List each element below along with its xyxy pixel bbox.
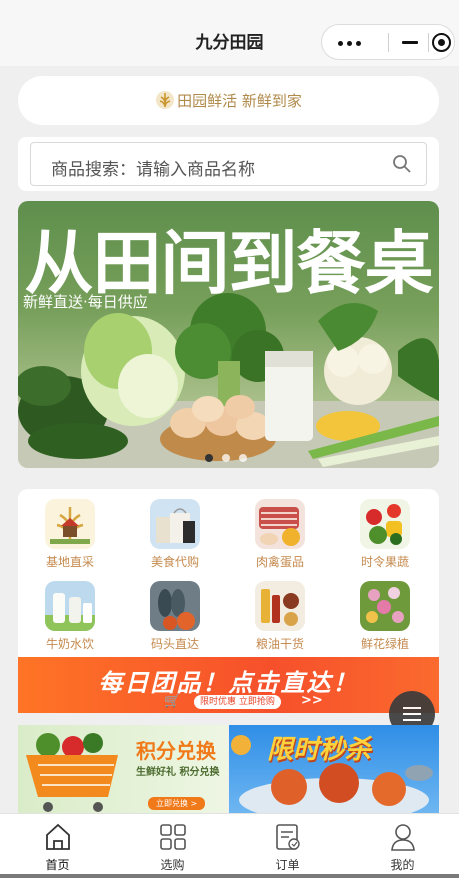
close-capsule-icon[interactable]: [432, 33, 451, 52]
search-input[interactable]: 商品搜索：请输入商品名称: [30, 142, 427, 186]
carousel-dot[interactable]: [205, 454, 213, 462]
minimize-icon[interactable]: [402, 41, 418, 44]
order-icon: [276, 824, 300, 850]
flash-sale-title: 限时秒杀: [267, 735, 372, 765]
search-section: 商品搜索：请输入商品名称: [18, 137, 439, 191]
category-item[interactable]: 美食代购: [135, 499, 215, 570]
nav-bar: 九分田园: [0, 0, 459, 66]
promo-arrows: >>: [301, 693, 323, 708]
category-item[interactable]: 肉禽蛋品: [240, 499, 320, 570]
category-item[interactable]: 鲜花绿植: [345, 581, 425, 652]
more-icon[interactable]: [338, 41, 364, 47]
grain-oil-icon: [255, 581, 305, 631]
category-label: 美食代购: [150, 555, 199, 569]
tab-label: 订单: [275, 858, 300, 872]
carousel-dot[interactable]: [222, 454, 230, 462]
tab-label: 我的: [390, 858, 415, 872]
category-label: 时令果蔬: [360, 555, 409, 569]
category-item[interactable]: 码头直达: [135, 581, 215, 652]
promo-pill: 限时优惠 立即抢购: [194, 695, 281, 709]
seafood-icon: [150, 581, 200, 631]
tab-orders[interactable]: 订单: [230, 814, 345, 874]
carousel-dot[interactable]: [239, 454, 247, 462]
cart-icon: 🛒: [164, 694, 181, 709]
home-indicator: [0, 874, 459, 878]
hero-banner[interactable]: 从田间到餐桌 新鲜直送·每日供应: [18, 201, 439, 468]
category-item[interactable]: 粮油干货: [240, 581, 320, 652]
mini-program-capsule: [321, 24, 455, 60]
user-icon: [391, 824, 415, 851]
flash-sale-tile[interactable]: 限时秒杀: [229, 725, 439, 815]
carousel-indicators: [205, 447, 256, 466]
search-icon[interactable]: [392, 154, 412, 174]
bottom-tab-bar: 首页 选购 订单 我的: [0, 813, 459, 878]
banner-subline: 新鲜直送·每日供应: [23, 293, 148, 311]
meat-icon: [255, 499, 305, 549]
search-placeholder: 商品搜索：请输入商品名称: [51, 160, 255, 180]
category-item[interactable]: 基地直采: [30, 499, 110, 570]
points-exchange-tile[interactable]: 积分兑换 生鲜好礼 积分兑换 立即兑换 >: [18, 725, 228, 815]
milk-icon: [45, 581, 95, 631]
tab-profile[interactable]: 我的: [345, 814, 459, 874]
category-label: 基地直采: [45, 555, 94, 569]
farm-icon: [45, 499, 95, 549]
shopping-bag-icon: [150, 499, 200, 549]
category-item[interactable]: 时令果蔬: [345, 499, 425, 570]
grid-icon: [160, 824, 186, 850]
category-label: 鲜花绿植: [360, 637, 409, 651]
tab-shop[interactable]: 选购: [115, 814, 230, 874]
points-subtitle: 生鲜好礼 积分兑换: [136, 767, 220, 778]
category-item[interactable]: 牛奶水饮: [30, 581, 110, 652]
category-label: 码头直达: [150, 637, 199, 651]
slogan-banner: 田园鲜活 新鲜到家: [18, 76, 439, 125]
category-grid: 基地直采 美食代购 肉禽蛋品 时令果蔬 牛奶水饮 码头直达 粮油干货 鲜花绿植: [18, 489, 439, 657]
tab-home[interactable]: 首页: [0, 814, 115, 874]
promo-headline: 每日团品！点击直达！: [98, 669, 359, 697]
shopping-cart-icon: [26, 733, 118, 812]
tab-label: 选购: [160, 858, 185, 872]
vegetables-icon: [360, 499, 410, 549]
points-title: 积分兑换: [136, 739, 216, 763]
brand-logo-icon: [156, 91, 175, 109]
category-label: 粮油干货: [255, 637, 304, 651]
tab-label: 首页: [45, 858, 70, 872]
flower-icon: [360, 581, 410, 631]
group-buy-banner[interactable]: 每日团品！点击直达！ 🛒 限时优惠 立即抢购 >>: [18, 657, 439, 713]
points-button[interactable]: 立即兑换 >: [148, 797, 206, 810]
category-label: 肉禽蛋品: [255, 555, 304, 569]
slogan-text: 田园鲜活 新鲜到家: [177, 92, 302, 110]
home-icon: [46, 823, 70, 850]
category-label: 牛奶水饮: [45, 637, 94, 651]
